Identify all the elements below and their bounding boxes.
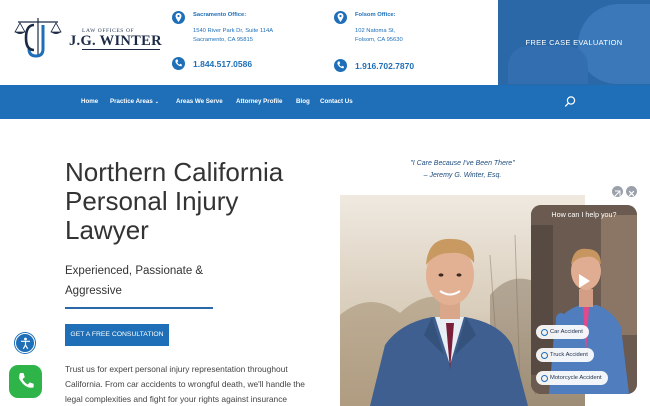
expand-icon[interactable] [612, 186, 623, 197]
folsom-phone-link[interactable]: 1.916.702.7870 [355, 61, 414, 71]
main-nav: Home Practice Areas ⌄ Areas We Serve Atto… [0, 85, 650, 119]
office-address-line: 102 Natoma St, [355, 27, 396, 34]
close-icon[interactable] [626, 186, 637, 197]
office-address-city: Folsom, CA 95630 [355, 37, 403, 43]
quote-author: – Jeremy G. Winter, Esq. [423, 172, 502, 179]
nav-item-attorney-profile[interactable]: Attorney Profile [236, 98, 282, 105]
nav-item-blog[interactable]: Blog [296, 98, 310, 105]
option-motorcycle-accident[interactable]: Motorcycle Accident [536, 371, 608, 385]
video-chat-widget[interactable]: How can I help you? Car Accident Truck A… [531, 205, 637, 394]
hero-body-text: Trust us for expert personal injury repr… [65, 364, 305, 404]
logo-divider [82, 49, 160, 50]
play-icon[interactable] [572, 270, 594, 292]
nav-item-contact-us[interactable]: Contact Us [320, 98, 353, 105]
nav-item-areas-we-serve[interactable]: Areas We Serve [176, 98, 223, 105]
free-consultation-button[interactable]: GET A FREE CONSULTATION [65, 324, 169, 346]
office-title: Sacramento Office: [193, 12, 247, 18]
office-address-line: 1540 River Park Dr, Suite 114A [193, 27, 274, 34]
top-header: LAW OFFICES OF J.G. WINTER Sacramento Of… [0, 0, 650, 85]
folsom-office: Folsom Office: 102 Natoma St, Folsom, CA… [355, 11, 403, 46]
logo-scales-icon [14, 18, 62, 58]
attorney-quote: "I Care Because I've Been There" – Jerem… [380, 158, 545, 182]
location-pin-icon [172, 11, 185, 24]
location-pin-icon [334, 11, 347, 24]
phone-icon [334, 59, 347, 72]
chevron-down-icon: ⌄ [154, 99, 159, 105]
office-title: Folsom Office: [355, 12, 396, 18]
hero-divider [65, 307, 213, 309]
option-truck-accident[interactable]: Truck Accident [536, 348, 594, 362]
hero-subtitle: Experienced, Passionate & Aggressive [65, 265, 204, 297]
page: LAW OFFICES OF J.G. WINTER Sacramento Of… [0, 0, 650, 406]
phone-icon [172, 57, 185, 70]
page-title: Northern California Personal Injury Lawy… [65, 157, 284, 245]
call-button[interactable] [9, 365, 42, 398]
office-address-city: Sacramento, CA 95815 [193, 37, 253, 43]
call-icon [19, 373, 34, 388]
quote-text: "I Care Because I've Been There" [410, 160, 515, 167]
nav-item-label: Practice Areas [110, 98, 153, 105]
sacramento-office: Sacramento Office: 1540 River Park Dr, S… [193, 11, 273, 46]
search-icon[interactable] [563, 95, 577, 109]
widget-question: How can I help you? [551, 210, 617, 219]
cta-label: FREE CASE EVALUATION [525, 38, 623, 47]
nav-item-home[interactable]: Home [81, 98, 98, 105]
cta-background-shape [508, 46, 588, 84]
sacramento-phone-link[interactable]: 1.844.517.0586 [193, 59, 252, 69]
free-case-evaluation-button[interactable]: FREE CASE EVALUATION [498, 0, 650, 85]
accessibility-icon[interactable] [15, 333, 35, 353]
nav-item-practice-areas[interactable]: Practice Areas ⌄ [110, 98, 159, 105]
site-logo[interactable]: LAW OFFICES OF J.G. WINTER [12, 16, 162, 58]
option-car-accident[interactable]: Car Accident [536, 325, 589, 339]
logo-name: J.G. WINTER [69, 33, 162, 49]
widget-video-frame [531, 205, 637, 394]
